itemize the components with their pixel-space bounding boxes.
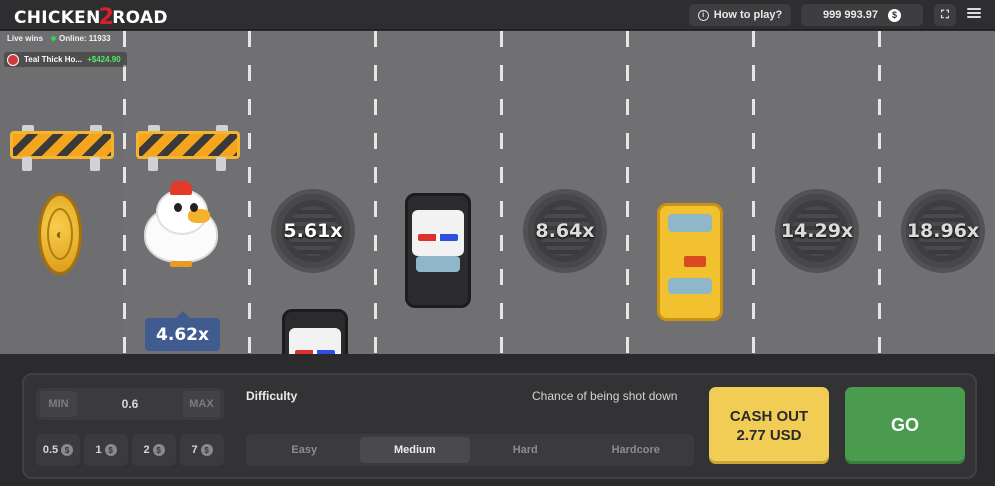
dollar-icon: $ bbox=[200, 444, 213, 456]
chip-0-5-button[interactable]: 0.5 $ bbox=[36, 434, 80, 466]
difficulty-tab-hard[interactable]: Hard bbox=[470, 437, 581, 463]
min-bet-button[interactable]: MIN bbox=[40, 391, 77, 417]
balance-display: 999 993.97 $ bbox=[801, 4, 923, 26]
current-multiplier-tag: 4.62x bbox=[145, 311, 220, 351]
cash-out-button[interactable]: CASH OUT 2.77 USD bbox=[709, 387, 829, 464]
lane-multiplier: 5.61x bbox=[283, 220, 343, 242]
bet-amount-control: MIN 0.6 MAX bbox=[36, 388, 224, 420]
dollar-icon: $ bbox=[61, 444, 74, 456]
lane-multiplier: 8.64x bbox=[535, 220, 595, 242]
balance-value: 999 993.97 bbox=[822, 9, 879, 21]
lane-divider bbox=[878, 31, 881, 354]
lane-multiplier: 18.96x bbox=[906, 220, 980, 242]
info-icon: i bbox=[697, 9, 709, 21]
online-count: Online: 11933 bbox=[51, 34, 111, 43]
winner-amount: +$424.90 bbox=[87, 55, 121, 64]
chip-7-button[interactable]: 7 $ bbox=[180, 434, 224, 466]
chance-label: Chance of being shot down bbox=[532, 389, 678, 403]
lane-manhole-6[interactable]: 18.96x bbox=[901, 189, 985, 273]
live-wins-header: Live wins Online: 11933 bbox=[7, 34, 111, 43]
game-logo: CHICKEN2ROAD bbox=[14, 4, 168, 30]
live-wins-label: Live wins bbox=[7, 34, 44, 43]
hamburger-line bbox=[967, 12, 981, 14]
chip-value: 7 bbox=[191, 444, 198, 456]
how-to-play-button[interactable]: i How to play? bbox=[689, 4, 791, 26]
chicken-player-icon bbox=[140, 181, 220, 267]
taxi-car-icon bbox=[657, 203, 723, 321]
max-bet-button[interactable]: MAX bbox=[183, 391, 220, 417]
road-board: Live wins Online: 11933 Teal Thick Ho...… bbox=[0, 31, 995, 354]
logo-word-road: ROAD bbox=[112, 8, 168, 28]
dollar-icon: $ bbox=[104, 444, 117, 456]
live-win-entry: Teal Thick Ho... +$424.90 bbox=[4, 52, 127, 67]
lane-manhole-5[interactable]: 14.29x bbox=[775, 189, 859, 273]
how-to-play-label: How to play? bbox=[713, 9, 783, 21]
cash-out-amount: 2.77 USD bbox=[736, 426, 802, 444]
fullscreen-button[interactable]: ⛶ bbox=[934, 4, 956, 26]
difficulty-selector: Easy Medium Hard Hardcore bbox=[246, 434, 694, 466]
difficulty-tab-hardcore[interactable]: Hardcore bbox=[581, 437, 692, 463]
logo-number: 2 bbox=[98, 5, 115, 30]
police-car-icon bbox=[282, 309, 348, 354]
chicken-emblem-icon: ◐ bbox=[47, 208, 73, 260]
fullscreen-icon: ⛶ bbox=[941, 8, 949, 21]
lane-manhole-1[interactable]: 5.61x bbox=[271, 189, 355, 273]
lane-divider bbox=[626, 31, 629, 354]
live-wins-panel: Live wins Online: 11933 Teal Thick Ho...… bbox=[0, 31, 138, 69]
lane-multiplier: 14.29x bbox=[780, 220, 854, 242]
winner-name: Teal Thick Ho... bbox=[24, 55, 83, 64]
police-car-icon bbox=[405, 193, 471, 308]
cash-out-label: CASH OUT bbox=[729, 407, 809, 425]
bet-control-panel: MIN 0.6 MAX 0.5 $ 1 $ 2 $ 7 $ Difficulty Cha… bbox=[22, 373, 977, 479]
lane-divider bbox=[374, 31, 377, 354]
difficulty-label: Difficulty bbox=[246, 389, 298, 403]
lane-divider bbox=[752, 31, 755, 354]
barrier-icon bbox=[136, 125, 240, 173]
online-dot-icon bbox=[51, 36, 57, 41]
difficulty-tab-medium[interactable]: Medium bbox=[359, 437, 470, 463]
dollar-icon: $ bbox=[152, 444, 165, 456]
difficulty-tab-easy[interactable]: Easy bbox=[249, 437, 360, 463]
chip-value: 0.5 bbox=[42, 444, 59, 456]
hamburger-line bbox=[967, 8, 981, 10]
chip-1-button[interactable]: 1 $ bbox=[84, 434, 128, 466]
lane-divider bbox=[123, 31, 126, 354]
lane-divider bbox=[500, 31, 503, 354]
logo-word-chicken: CHICKEN bbox=[14, 8, 101, 28]
chip-value: 1 bbox=[95, 444, 102, 456]
barrier-icon bbox=[10, 125, 114, 173]
go-button[interactable]: GO bbox=[845, 387, 965, 464]
bet-amount-input[interactable]: 0.6 bbox=[122, 397, 139, 411]
chip-2-button[interactable]: 2 $ bbox=[132, 434, 176, 466]
lane-divider bbox=[248, 31, 251, 354]
start-coin-icon: ◐ bbox=[38, 193, 82, 275]
chip-value: 2 bbox=[143, 444, 150, 456]
game-root: CHICKEN2ROAD i How to play? 999 993.97 $… bbox=[0, 0, 995, 486]
hamburger-line bbox=[967, 16, 981, 18]
online-count-text: Online: 11933 bbox=[59, 34, 111, 43]
dollar-coin-icon: $ bbox=[888, 8, 902, 22]
top-bar: CHICKEN2ROAD i How to play? 999 993.97 $… bbox=[0, 0, 995, 30]
quick-bet-chips: 0.5 $ 1 $ 2 $ 7 $ bbox=[36, 434, 224, 466]
avatar bbox=[7, 53, 19, 66]
lane-manhole-3[interactable]: 8.64x bbox=[523, 189, 607, 273]
menu-button[interactable] bbox=[967, 6, 981, 20]
